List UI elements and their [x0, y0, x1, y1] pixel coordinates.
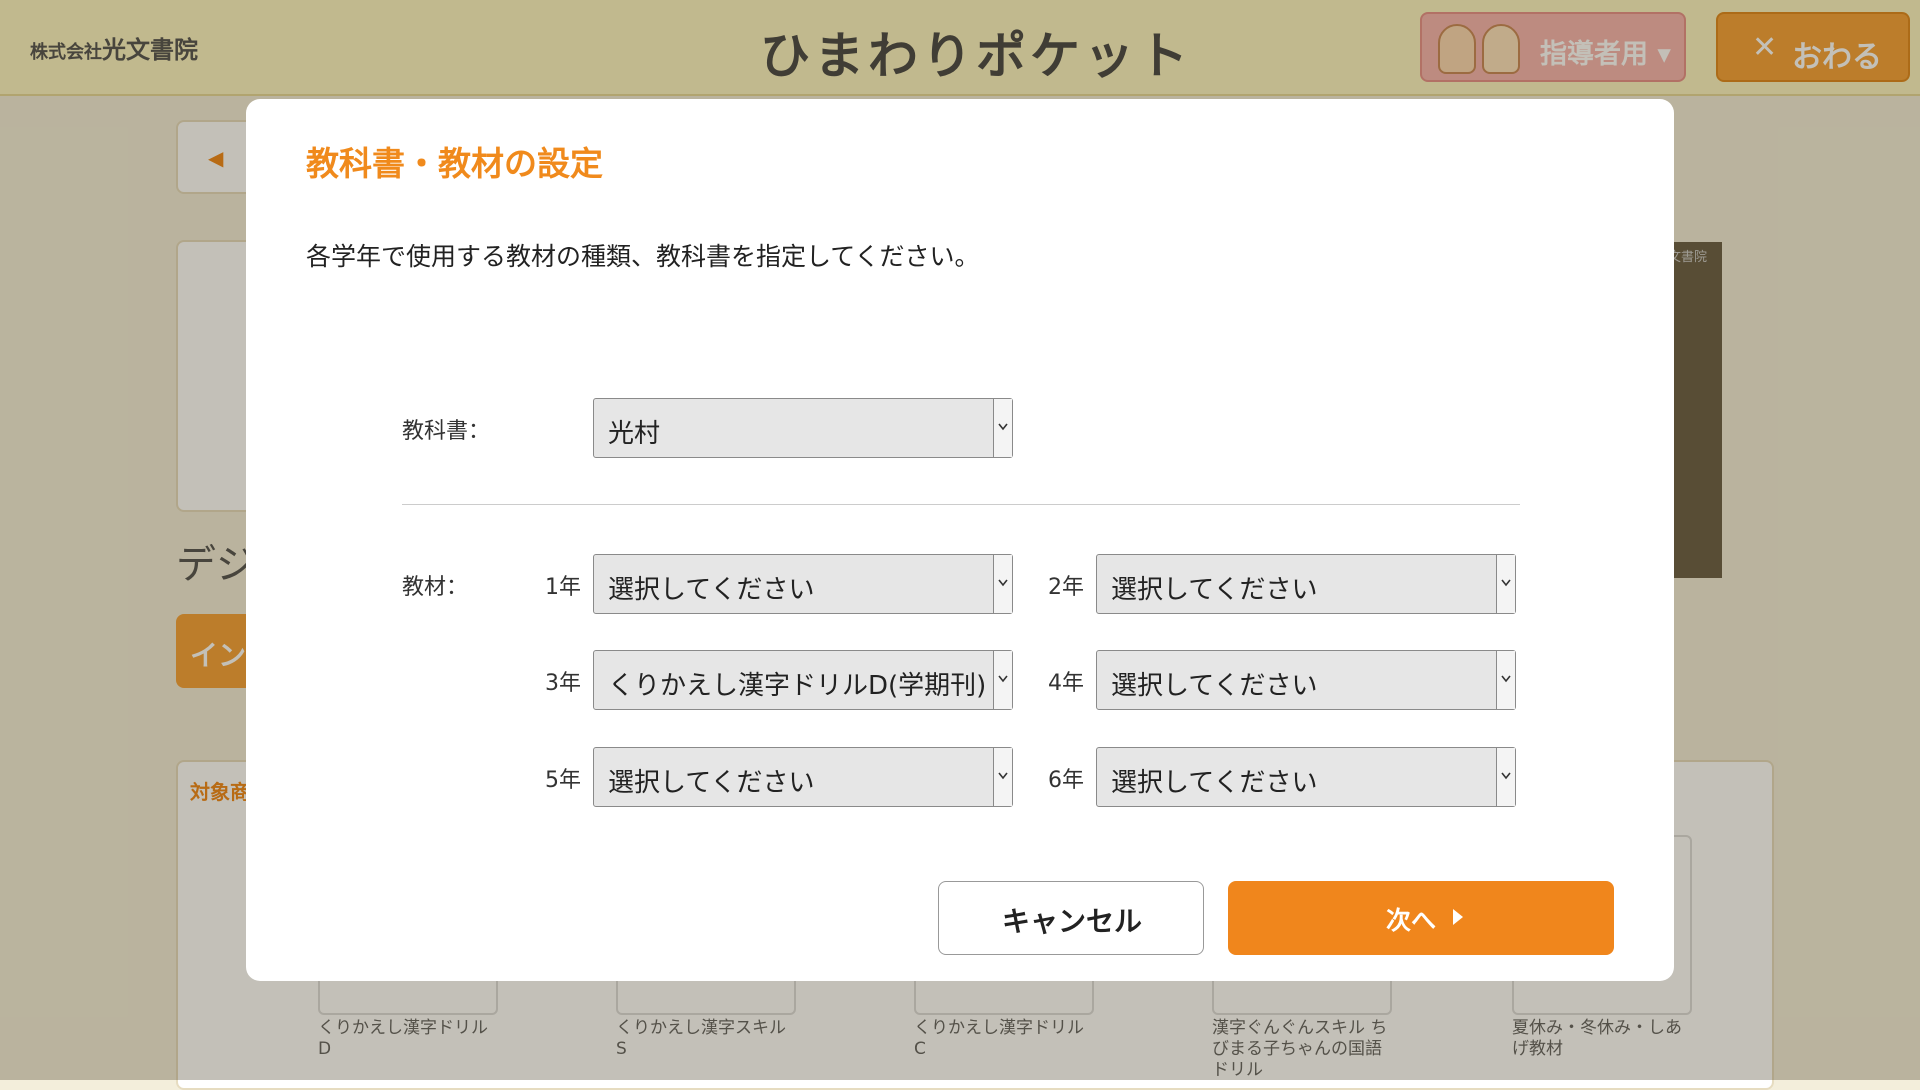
grade-5-label: 5年: [545, 768, 581, 793]
settings-dialog: 教科書・教材の設定 各学年で使用する教材の種類、教科書を指定してください。 教科…: [246, 99, 1674, 981]
chevron-down-icon: [993, 555, 1012, 613]
grade-1-material-select[interactable]: 選択してください: [593, 554, 1013, 614]
textbook-label: 教科書：: [402, 419, 491, 444]
grade-4-label: 4年: [1048, 671, 1084, 696]
textbook-select[interactable]: 光村: [593, 398, 1013, 458]
chevron-down-icon: [993, 399, 1012, 457]
grade-4-material-select[interactable]: 選択してください: [1096, 650, 1516, 710]
grade-1-label: 1年: [545, 575, 581, 600]
chevron-down-icon: [1496, 555, 1515, 613]
grade-6-label: 6年: [1048, 768, 1084, 793]
dialog-description: 各学年で使用する教材の種類、教科書を指定してください。: [306, 242, 980, 271]
grade-2-material-select[interactable]: 選択してください: [1096, 554, 1516, 614]
chevron-down-icon: [1496, 748, 1515, 806]
cancel-button[interactable]: キャンセル: [938, 881, 1204, 955]
chevron-down-icon: [1496, 651, 1515, 709]
grade-3-label: 3年: [545, 671, 581, 696]
grade-6-material-select[interactable]: 選択してください: [1096, 747, 1516, 807]
grade-3-material-select[interactable]: くりかえし漢字ドリルD(学期刊): [593, 650, 1013, 710]
next-button[interactable]: 次へ: [1228, 881, 1614, 955]
dialog-title: 教科書・教材の設定: [306, 144, 603, 183]
play-arrow-icon: [1453, 909, 1463, 925]
divider: [402, 504, 1520, 505]
chevron-down-icon: [993, 651, 1012, 709]
material-label: 教材：: [402, 575, 469, 600]
grade-2-label: 2年: [1048, 575, 1084, 600]
chevron-down-icon: [993, 748, 1012, 806]
grade-5-material-select[interactable]: 選択してください: [593, 747, 1013, 807]
